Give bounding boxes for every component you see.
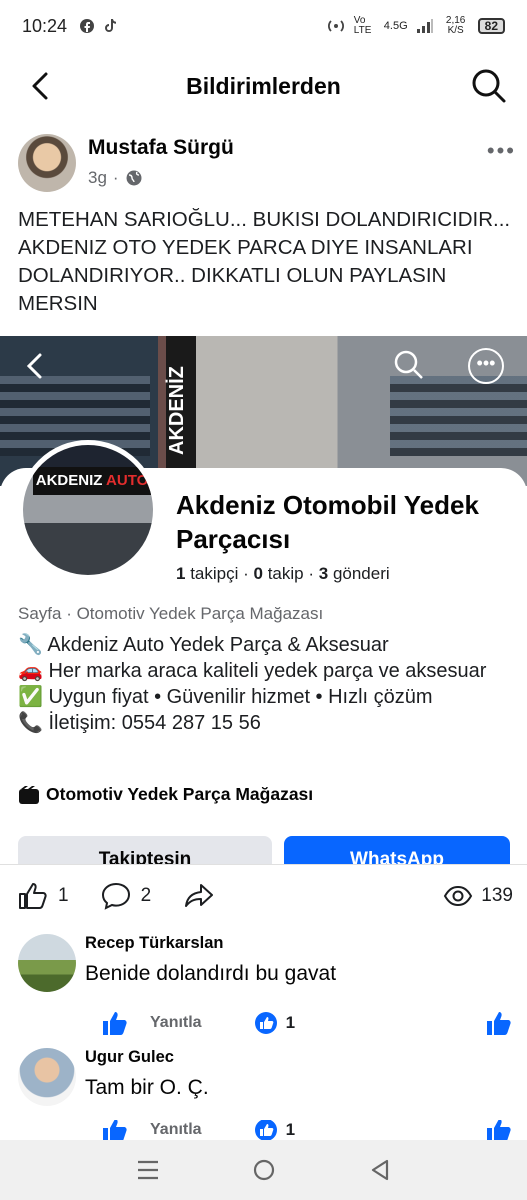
logo-text-a: AKDENIZ: [35, 472, 103, 489]
post-text: METEHAN SARIOĞLU... BUKISI DOLANDIRICIDI…: [18, 208, 511, 315]
thumbs-up-icon[interactable]: [102, 1010, 128, 1036]
top-app-bar: Bildirimlerden: [0, 56, 527, 116]
globe-icon: [126, 170, 142, 186]
author-avatar[interactable]: [18, 134, 76, 192]
like-action[interactable]: 1: [18, 882, 69, 910]
post-action-bar: 1 2 139: [18, 876, 513, 916]
comment-bubble-icon: [101, 882, 130, 910]
home-icon[interactable]: [252, 1158, 276, 1182]
page-category-line: Sayfa · Otomotiv Yedek Parça Mağazası: [18, 604, 324, 623]
whatsapp-button: WhatsApp: [284, 836, 510, 864]
recent-apps-icon[interactable]: [136, 1159, 160, 1181]
view-count: 139: [443, 885, 513, 907]
author-name[interactable]: Mustafa Sürgü: [88, 136, 234, 160]
eye-icon: [444, 885, 473, 907]
comment-actions: Yanıtla 1: [102, 1008, 512, 1038]
page-category-label: Otomotiv Yedek Parça Mağazası: [46, 784, 314, 804]
battery-indicator: 82: [477, 18, 505, 34]
post-time: 3g: [88, 168, 107, 187]
share-arrow-icon: [185, 884, 214, 907]
preview-back-icon: [26, 353, 42, 379]
thumbs-up-icon[interactable]: [102, 1120, 128, 1140]
following-count: 0: [253, 564, 263, 583]
thumbs-up-icon[interactable]: [486, 1010, 512, 1036]
posts-label: gönderi: [332, 564, 390, 583]
facebook-notification-icon: [80, 19, 95, 33]
comment-item: Recep Türkarslan Benide dolandırdı bu ga…: [18, 934, 513, 1044]
comment-actions: Yanıtla 1: [102, 1120, 512, 1140]
more-options-icon[interactable]: •••: [487, 138, 516, 164]
share-action[interactable]: [183, 882, 215, 910]
meta-separator: ·: [112, 168, 119, 187]
reply-button[interactable]: Yanıtla: [150, 1014, 202, 1032]
reply-button[interactable]: Yanıtla: [150, 1121, 202, 1139]
post-meta: 3g ·: [88, 168, 143, 188]
following-label: takip: [267, 564, 304, 583]
views-value: 139: [481, 885, 513, 906]
comment-count: 2: [140, 885, 152, 906]
comment-like-count: 1: [254, 1011, 295, 1035]
followers-count: 1: [176, 564, 186, 583]
data-speed: 2,16 K/S: [445, 15, 466, 36]
system-navigation-bar: [0, 1140, 527, 1200]
like-count: 1: [58, 885, 69, 906]
network-type: 4.5G: [383, 20, 408, 32]
volte-indicator: Vo LTE: [353, 15, 372, 36]
page-avatar: AKDENIZ AUTO: [18, 440, 158, 580]
page-bio: 🔧 Akdeniz Auto Yedek Parça & Aksesuar 🚗 …: [18, 632, 513, 736]
signal-icon: [416, 19, 433, 33]
bio-line: 🚗 Her marka araca kaliteli yedek parça v…: [18, 660, 487, 682]
thumbs-up-icon: [19, 883, 47, 909]
post-author-row: Mustafa Sürgü 3g · •••: [18, 132, 518, 194]
comment-text: Tam bir O. Ç.: [85, 1076, 209, 1099]
page-stats: 1 takipçi · 0 takip · 3 gönderi: [176, 564, 390, 583]
bio-line: ✅ Uygun fiyat • Güvenilir hizmet • Hızlı…: [18, 686, 433, 708]
comment-action[interactable]: 2: [101, 882, 152, 910]
cover-banner-text: AKDENİZ: [166, 336, 196, 486]
thumbs-up-icon[interactable]: [486, 1120, 512, 1140]
like-value: 1: [285, 1120, 296, 1139]
back-triangle-icon[interactable]: [369, 1158, 391, 1182]
logo-text-b: AUTO: [106, 472, 149, 489]
divider: [0, 864, 527, 865]
status-bar: 10:24 Vo LTE 4.5G 2,16 K/S 82: [0, 0, 527, 52]
clapperboard-icon: [19, 785, 39, 804]
comment-like-count: 1: [254, 1120, 295, 1140]
comment-item: Ugur Gulec Tam bir O. Ç. Yanıtla 1: [18, 1048, 513, 1140]
comment-text: Benide dolandırdı bu gavat: [85, 962, 337, 985]
commenter-avatar[interactable]: [18, 1048, 76, 1106]
search-icon[interactable]: [469, 66, 509, 106]
posts-count: 3: [318, 564, 329, 583]
like-reaction-icon: [254, 1012, 277, 1034]
tiktok-notification-icon: [105, 19, 117, 32]
page-info-card: AKDENIZ AUTO Akdeniz Otomobil Yedek Parç…: [0, 440, 527, 864]
bio-line: 🔧 Akdeniz Auto Yedek Parça & Aksesuar: [18, 634, 389, 656]
clock: 10:24: [22, 15, 68, 36]
page-title: Bildirimlerden: [186, 72, 341, 99]
back-arrow-icon[interactable]: [24, 68, 60, 104]
like-reaction-icon: [254, 1120, 277, 1140]
commenter-name[interactable]: Recep Türkarslan: [85, 934, 223, 953]
preview-search-icon: [394, 350, 423, 379]
bio-line: 📞 İletişim: 0554 287 15 56: [18, 712, 261, 734]
followers-label: takipçi: [190, 564, 239, 583]
like-value: 1: [285, 1013, 296, 1032]
hotspot-icon: [327, 20, 344, 32]
page-avatar-logo: AKDENIZ AUTO: [33, 467, 151, 495]
page-name: Akdeniz Otomobil Yedek Parçacısı: [176, 490, 479, 554]
page-category-badge: Otomotiv Yedek Parça Mağazası: [18, 784, 313, 805]
page-preview-screenshot[interactable]: AKDENİZ ••• AKDENIZ AUTO Akdeniz Otomobi…: [0, 336, 527, 864]
commenter-avatar[interactable]: [18, 934, 76, 992]
preview-more-icon: •••: [468, 348, 504, 384]
commenter-name[interactable]: Ugur Gulec: [85, 1048, 174, 1067]
following-button: Takiptesin: [18, 836, 272, 864]
